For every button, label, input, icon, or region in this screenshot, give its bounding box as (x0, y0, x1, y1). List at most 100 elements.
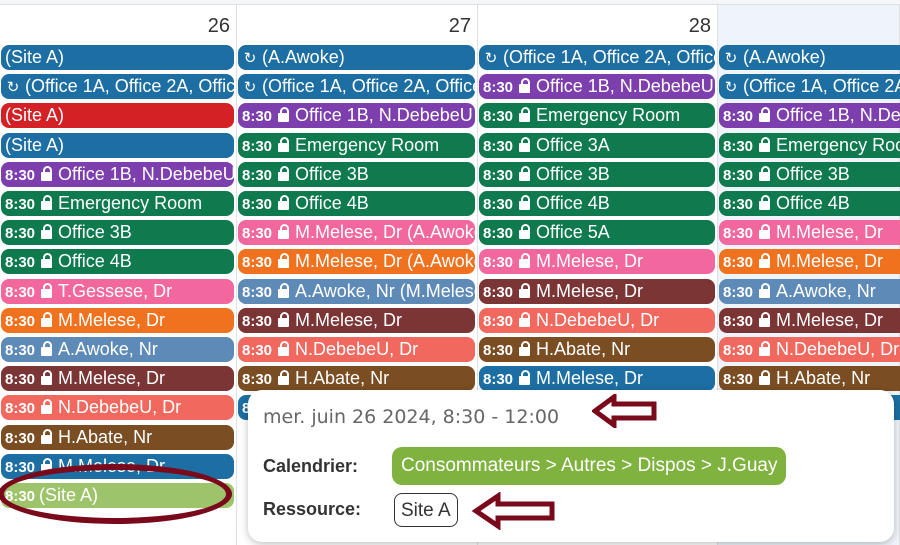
event-time: 8:30 (5, 166, 36, 184)
event-time: 8:30 (723, 108, 754, 126)
calendar-event[interactable]: 8:30 N.DebebeU, Dr (719, 337, 900, 362)
event-label: M.Melese, Dr (776, 309, 884, 330)
lock-icon (41, 195, 53, 210)
lock-icon (759, 136, 771, 152)
event-label: N.DebebeU, Dr (58, 397, 182, 418)
calendar-event[interactable]: 8:30 N.DebebeU, Dr (1, 395, 234, 421)
calendar-event[interactable]: 8:30 N.DebebeU, Dr (238, 337, 475, 362)
event-label: M.Melese, Dr (536, 368, 644, 389)
calendar-path-badge[interactable]: Consommateurs > Autres > Dispos > J.Guay (392, 447, 787, 485)
day-number[interactable]: 27 (449, 15, 471, 38)
event-time: 8:30 (242, 137, 273, 155)
event-time: 8:30 (483, 342, 514, 359)
calendar-event[interactable]: 8:30 Emergency Room (719, 132, 900, 158)
lock-icon (278, 165, 290, 181)
calendar-event[interactable]: 8:30 Office 3B (719, 161, 900, 187)
calendar-event[interactable]: 8:30 Office 4B (719, 191, 900, 216)
lock-icon (519, 195, 531, 210)
calendar-event[interactable]: 8:30 M.Melese, Dr (238, 307, 475, 333)
event-label: M.Melese, Dr (A.Awoke) (295, 251, 475, 272)
calendar-event[interactable]: 8:30 M.Melese, Dr (719, 249, 900, 275)
calendar-event[interactable]: 8:30 Office 4B (1, 249, 234, 275)
calendar-event[interactable]: 8:30 Office 1B, N.DebebeU (238, 103, 475, 129)
lock-icon (41, 399, 53, 415)
calendar-event[interactable]: 8:30 Office 3A (479, 132, 715, 158)
event-label: (Site A) (5, 47, 65, 67)
calendar-event[interactable]: ↻ (A.Awoke) (238, 45, 475, 70)
calendar-event[interactable]: (Site A) (1, 45, 234, 70)
day-number[interactable]: 28 (689, 15, 711, 38)
calendar-event[interactable]: 8:30 H.Abate, Nr (1, 424, 234, 450)
calendar-event[interactable]: ↻ (Office 1A, Office 2A, Office (238, 74, 475, 100)
lock-icon (759, 165, 771, 181)
lock-icon (278, 107, 290, 123)
calendar-event[interactable]: 8:30 A.Awoke, Nr (M.Melese) (238, 278, 475, 304)
calendar-event[interactable]: 8:30 N.DebebeU, Dr (479, 307, 715, 333)
calendar-event[interactable]: 8:30 Office 4B (479, 191, 715, 216)
event-time: 8:30 (483, 137, 514, 155)
event-time: 8:30 (723, 137, 754, 155)
calendar-event[interactable]: 8:30 H.Abate, Nr (238, 366, 475, 392)
calendar-event[interactable]: 8:30 Office 1B, N.DebebeU (1, 161, 234, 187)
calendar-event[interactable]: 8:30 T.Gessese, Dr (1, 278, 234, 304)
calendar-event[interactable]: ↻ (A.Awoke) (719, 45, 900, 70)
calendar-event[interactable]: 8:30 M.Melese, Dr (719, 220, 900, 246)
calendar-event[interactable]: 8:30 Emergency Room (1, 191, 234, 216)
event-label: (Office 1A, Office 2A, Office (262, 76, 475, 97)
calendar-event[interactable]: 8:30 Office 1B, N.DebebeU (479, 74, 715, 100)
calendar-event[interactable]: 8:30 Emergency Room (238, 132, 475, 158)
resource-badge[interactable]: Site A (394, 493, 458, 527)
calendar-event[interactable]: 8:30 Office 4B (238, 191, 475, 216)
event-label: A.Awoke, Nr (M.Melese) (295, 280, 475, 301)
event-label: Office 4B (776, 193, 850, 213)
event-label: Office 3A (536, 134, 610, 155)
event-label: Office 1B, N.DebebeU (536, 76, 714, 97)
annotation-arrow-date (592, 394, 657, 428)
calendar-event[interactable]: 8:30 M.Melese, Dr (1, 366, 234, 392)
calendar-event[interactable]: (Site A) (1, 103, 234, 129)
calendar-event[interactable]: 8:30 M.Melese, Dr (719, 307, 900, 333)
repeat-icon: ↻ (243, 79, 257, 97)
event-label: H.Abate, Nr (776, 368, 871, 389)
calendar-event[interactable]: 8:30 A.Awoke, Nr (719, 278, 900, 304)
event-time: 8:30 (242, 108, 273, 126)
calendar-event[interactable]: 8:30 Office 3B (479, 161, 715, 187)
calendar-event[interactable]: 8:30 Office 3B (1, 220, 234, 246)
event-time: 8:30 (483, 254, 514, 272)
calendar-event[interactable]: 8:30 Office 5A (479, 220, 715, 246)
event-time: 8:30 (242, 196, 273, 213)
calendar-event[interactable]: 8:30 M.Melese, Dr (1, 307, 234, 333)
calendar-event[interactable]: 8:30 M.Melese, Dr (479, 249, 715, 275)
event-time: 8:30 (723, 196, 754, 213)
lock-icon (278, 282, 290, 298)
annotation-arrow-resource (472, 492, 555, 530)
calendar-event[interactable]: 8:30 H.Abate, Nr (479, 337, 715, 362)
calendar-event[interactable]: 8:30 H.Abate, Nr (719, 366, 900, 392)
calendar-event[interactable]: ↻ (Office 1A, Office 2A, Office (719, 74, 900, 100)
calendar-event[interactable]: 8:30 A.Awoke, Nr (1, 337, 234, 362)
calendar-event[interactable]: 8:30 Emergency Room (479, 103, 715, 129)
event-label: Emergency Room (776, 134, 900, 155)
lock-icon (41, 165, 53, 181)
lock-icon (759, 311, 771, 327)
calendar-event[interactable]: 8:30 Office 1B, N.DebebeU (719, 103, 900, 129)
calendar-event[interactable]: (Site A) (1, 132, 234, 158)
event-label: T.Gessese, Dr (58, 280, 173, 301)
calendar-event[interactable]: ↻ (Office 1A, Office 2A, Office (1, 74, 234, 100)
lock-icon (519, 78, 531, 94)
calendar-event[interactable]: 8:30 M.Melese, Dr (479, 366, 715, 392)
lock-icon (519, 282, 531, 298)
calendar-event[interactable]: ↻ (Office 1A, Office 2A, Office (479, 45, 715, 70)
calendar-event[interactable]: 8:30 M.Melese, Dr (A.Awoke) (238, 220, 475, 246)
event-label: N.DebebeU, Dr (536, 309, 660, 330)
event-label: Emergency Room (58, 193, 203, 213)
event-label: (A.Awoke) (262, 47, 345, 67)
event-time: 8:30 (242, 312, 273, 330)
lock-icon (759, 341, 771, 356)
calendar-event[interactable]: 8:30 M.Melese, Dr (A.Awoke) (238, 249, 475, 275)
calendar-event[interactable]: 8:30 M.Melese, Dr (479, 278, 715, 304)
event-time: 8:30 (723, 342, 754, 359)
day-number[interactable]: 26 (208, 15, 230, 38)
calendar-event[interactable]: 8:30 Office 3B (238, 161, 475, 187)
lock-icon (278, 370, 290, 386)
